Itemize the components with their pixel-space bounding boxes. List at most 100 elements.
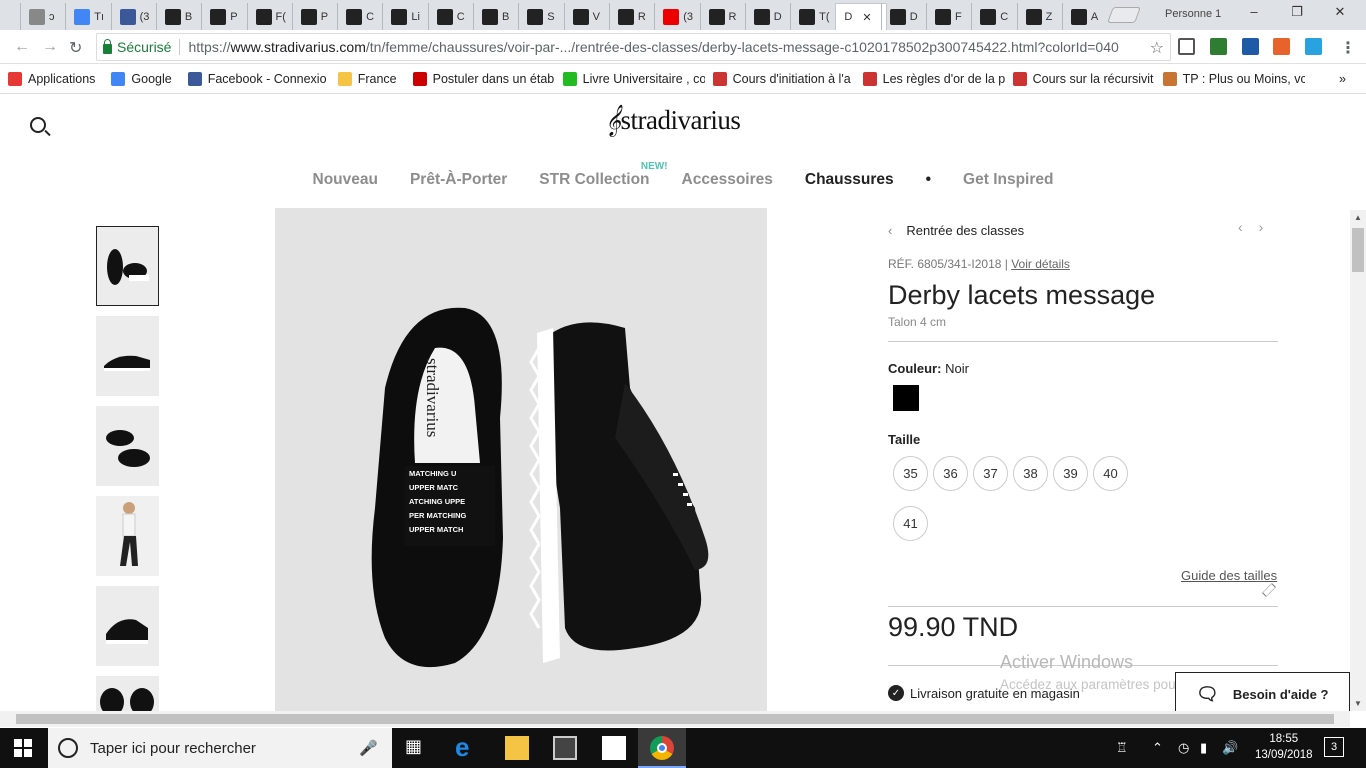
close-tab-icon[interactable]: ✕: [862, 11, 871, 24]
nav-item[interactable]: Nouveau: [297, 171, 394, 189]
browser-tab[interactable]: Z: [1016, 3, 1069, 30]
product-thumbnail[interactable]: [96, 676, 159, 711]
nav-item[interactable]: •: [910, 171, 947, 189]
mail-icon[interactable]: [602, 736, 626, 760]
security-indicator[interactable]: Sécurisé: [103, 38, 171, 55]
bookmark-item[interactable]: Postuler dans un étab: [405, 71, 555, 86]
browser-tab[interactable]: D ✕: [835, 3, 888, 30]
bookmark-item[interactable]: Cours sur la récursivit: [1005, 71, 1155, 86]
show-hidden-icons[interactable]: ⌃: [1152, 740, 1163, 756]
color-swatch-black[interactable]: [893, 385, 919, 411]
browser-tab[interactable]: B: [155, 3, 208, 30]
scroll-up-icon[interactable]: ▲: [1354, 213, 1362, 222]
check-extension-icon[interactable]: [1210, 38, 1227, 55]
bookmark-item[interactable]: Applications: [0, 71, 103, 86]
vertical-scroll-thumb[interactable]: [1352, 228, 1364, 272]
microphone-icon[interactable]: 🎤: [359, 739, 378, 757]
close-window-icon[interactable]: ✕: [1326, 4, 1354, 24]
taskbar-search[interactable]: Taper ici pour rechercher 🎤: [48, 728, 392, 768]
profile-button[interactable]: Personne 1: [1165, 8, 1221, 20]
browser-tab[interactable]: C: [971, 3, 1023, 30]
nav-item[interactable]: Chaussures: [789, 171, 910, 189]
product-thumbnail[interactable]: [96, 316, 159, 396]
search-extension-icon[interactable]: [1242, 38, 1259, 55]
size-option[interactable]: 37: [973, 456, 1008, 491]
bookmark-item[interactable]: Les règles d'or de la p: [855, 71, 1005, 86]
browser-tab[interactable]: B: [473, 3, 525, 30]
product-thumbnail[interactable]: [96, 406, 159, 486]
browser-tab[interactable]: C: [427, 3, 480, 30]
size-option[interactable]: 41: [893, 506, 928, 541]
bookmark-item[interactable]: Facebook - Connexio: [180, 71, 330, 86]
action-center-icon[interactable]: 3: [1324, 737, 1344, 757]
size-option[interactable]: 35: [893, 456, 928, 491]
more-bookmarks-icon[interactable]: »: [1331, 72, 1366, 86]
help-chat-button[interactable]: 🗨 Besoin d'aide ?: [1175, 672, 1350, 711]
wifi-icon[interactable]: ◷: [1178, 740, 1189, 756]
bookmark-item[interactable]: France: [330, 71, 405, 86]
size-option[interactable]: 38: [1013, 456, 1048, 491]
browser-tab[interactable]: ɔ: [20, 3, 72, 30]
edge-icon[interactable]: e: [455, 732, 479, 762]
browser-tab[interactable]: P: [201, 3, 253, 30]
breadcrumb[interactable]: ‹ Rentrée des classes: [888, 223, 1024, 238]
browser-tab[interactable]: R: [699, 3, 752, 30]
product-thumbnail[interactable]: [96, 586, 159, 666]
chevron-left-icon[interactable]: ‹: [888, 223, 892, 238]
browser-tab[interactable]: D: [744, 3, 797, 30]
maximize-icon[interactable]: ❐: [1283, 4, 1311, 24]
nav-item[interactable]: Prêt-À-Porter: [394, 171, 523, 189]
browser-tab[interactable]: R: [608, 3, 661, 30]
c-extension-icon[interactable]: [1273, 38, 1290, 55]
browser-tab[interactable]: (3: [654, 3, 706, 30]
file-explorer-icon[interactable]: [505, 736, 529, 760]
browser-tab[interactable]: A: [1061, 3, 1114, 30]
scroll-down-icon[interactable]: ▼: [1354, 699, 1362, 708]
product-main-image[interactable]: stradivarius MATCHING U UPPER MATC ATCHING…: [275, 208, 767, 711]
forward-icon[interactable]: →: [42, 38, 58, 56]
menu-icon[interactable]: ⋮: [1340, 38, 1356, 58]
bookmark-item[interactable]: Livre Universitaire , co: [555, 71, 705, 86]
next-product-icon[interactable]: ›: [1259, 219, 1264, 235]
stradivarius-logo[interactable]: 𝄞stradivarius: [605, 105, 741, 137]
browser-tab[interactable]: C: [337, 3, 389, 30]
store-icon[interactable]: [553, 736, 577, 760]
horizontal-scroll-thumb[interactable]: [16, 714, 1334, 724]
bookmark-item[interactable]: Google: [103, 71, 179, 86]
nav-item[interactable]: Accessoires: [666, 171, 789, 189]
size-guide-link[interactable]: Guide des tailles: [1181, 568, 1277, 583]
windows-start-icon[interactable]: [14, 739, 32, 757]
volume-icon[interactable]: 🔊: [1222, 740, 1238, 756]
new-tab-button[interactable]: [1107, 7, 1141, 23]
bookmark-star-icon[interactable]: ☆: [1150, 38, 1164, 58]
size-option[interactable]: 36: [933, 456, 968, 491]
system-clock[interactable]: 18:55 13/09/2018: [1255, 731, 1313, 763]
browser-tab[interactable]: T(: [790, 3, 842, 30]
product-thumbnail[interactable]: [96, 496, 159, 576]
see-details-link[interactable]: Voir détails: [1011, 257, 1070, 271]
reload-icon[interactable]: ↻: [69, 38, 82, 58]
nav-item[interactable]: Get Inspired: [947, 171, 1069, 189]
browser-tab[interactable]: Tı: [65, 3, 117, 30]
minimize-icon[interactable]: –: [1240, 4, 1268, 24]
browser-tab[interactable]: (3: [110, 3, 163, 30]
bookmark-item[interactable]: TP : Plus ou Moins, vc: [1155, 71, 1305, 86]
browser-tab[interactable]: V: [563, 3, 616, 30]
browser-tab[interactable]: P: [291, 3, 344, 30]
video-extension-icon[interactable]: [1305, 38, 1322, 55]
vertical-scrollbar[interactable]: [1350, 210, 1366, 711]
size-option[interactable]: 39: [1053, 456, 1088, 491]
nav-item[interactable]: STR Collection NEW!: [523, 161, 667, 189]
browser-tab[interactable]: F: [926, 3, 978, 30]
address-bar[interactable]: Sécurisé https://www.stradivarius.com/tn…: [96, 33, 1171, 61]
previous-product-icon[interactable]: ‹: [1238, 219, 1243, 235]
back-icon[interactable]: ←: [14, 38, 30, 56]
browser-tab[interactable]: D: [880, 3, 933, 30]
search-icon[interactable]: [30, 117, 46, 133]
chrome-taskbar-button[interactable]: [638, 728, 686, 768]
task-view-icon[interactable]: ▦: [405, 736, 429, 760]
browser-tab[interactable]: S: [518, 3, 570, 30]
cast-extension-icon[interactable]: [1178, 38, 1195, 55]
size-option[interactable]: 40: [1093, 456, 1128, 491]
browser-tab[interactable]: Li: [382, 3, 434, 30]
